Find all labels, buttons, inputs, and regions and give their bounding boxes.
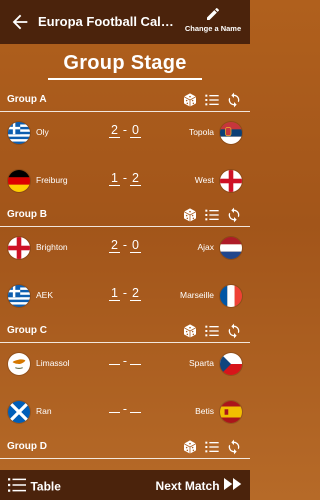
refresh-icon[interactable] bbox=[226, 323, 242, 339]
group-header: Group D bbox=[0, 436, 250, 459]
home-goals-field[interactable]: 2 bbox=[109, 123, 120, 138]
away-team-name: Ajax bbox=[197, 242, 214, 252]
fast-forward-icon bbox=[224, 477, 242, 494]
table-button[interactable]: Table bbox=[8, 477, 61, 496]
table-label: Table bbox=[30, 479, 61, 494]
away-goals-field[interactable]: 2 bbox=[130, 286, 141, 301]
greece-flag bbox=[7, 284, 31, 308]
group-section: Group C Limassol - Sparta Ran - Betis bbox=[0, 320, 250, 438]
away-team-name: West bbox=[194, 175, 214, 185]
group-header: Group A bbox=[0, 89, 250, 112]
refresh-icon[interactable] bbox=[226, 439, 242, 455]
score-input[interactable]: 2-0 bbox=[105, 238, 145, 258]
home-goals-field[interactable] bbox=[109, 364, 120, 365]
dice-icon[interactable] bbox=[182, 323, 198, 339]
group-actions bbox=[176, 323, 242, 339]
czech-flag bbox=[219, 352, 243, 376]
score-input[interactable]: - bbox=[105, 354, 145, 374]
germany-flag bbox=[7, 169, 31, 193]
list-icon[interactable] bbox=[204, 92, 220, 108]
home-team-name: Ran bbox=[36, 406, 52, 416]
home-team-name: Limassol bbox=[36, 358, 70, 368]
greece-flag bbox=[7, 121, 31, 145]
france-flag bbox=[219, 284, 243, 308]
away-goals-field[interactable]: 0 bbox=[130, 123, 141, 138]
score-input[interactable]: 1-2 bbox=[105, 171, 145, 191]
group-section: Group B Brighton 2-0 Ajax AEK 1-2 Marseille bbox=[0, 204, 250, 322]
england-flag bbox=[219, 169, 243, 193]
app-title: Europa Football Calcula... bbox=[38, 14, 178, 29]
scotland-flag bbox=[7, 400, 31, 424]
score-separator: - bbox=[122, 238, 128, 252]
spain-flag bbox=[219, 400, 243, 424]
away-goals-field[interactable] bbox=[130, 364, 141, 365]
home-goals-field[interactable]: 2 bbox=[109, 238, 120, 253]
change-name-label: Change a Name bbox=[184, 24, 242, 33]
next-match-label: Next Match bbox=[155, 478, 220, 493]
list-icon[interactable] bbox=[204, 323, 220, 339]
refresh-icon[interactable] bbox=[226, 207, 242, 223]
group-title: Group D bbox=[7, 441, 47, 452]
away-goals-field[interactable]: 2 bbox=[130, 171, 141, 186]
home-team-name: AEK bbox=[36, 290, 54, 300]
serbia-flag bbox=[219, 121, 243, 145]
home-goals-field[interactable]: 1 bbox=[109, 171, 120, 186]
match-row: Freiburg 1-2 West bbox=[0, 159, 250, 207]
away-team-name: Marseille bbox=[179, 290, 214, 300]
away-team-name: Topola bbox=[188, 127, 214, 137]
page-title: Group Stage bbox=[63, 52, 187, 74]
group-title: Group A bbox=[7, 94, 47, 105]
list-icon[interactable] bbox=[204, 439, 220, 455]
home-team-name: Freiburg bbox=[36, 175, 68, 185]
match-row: Ran - Betis bbox=[0, 390, 250, 438]
home-team-name: Oly bbox=[36, 127, 49, 137]
score-separator: - bbox=[122, 354, 128, 368]
list-icon[interactable] bbox=[204, 207, 220, 223]
away-team-name: Betis bbox=[195, 406, 214, 416]
home-team-name: Brighton bbox=[36, 242, 68, 252]
group-title: Group B bbox=[7, 209, 47, 220]
group-header: Group B bbox=[0, 204, 250, 227]
dice-icon[interactable] bbox=[182, 207, 198, 223]
dice-icon[interactable] bbox=[182, 92, 198, 108]
group-actions bbox=[176, 92, 242, 108]
pencil-icon bbox=[182, 6, 244, 22]
score-separator: - bbox=[122, 123, 128, 137]
score-input[interactable]: 1-2 bbox=[105, 286, 145, 306]
group-header: Group C bbox=[0, 320, 250, 343]
score-input[interactable]: 2-0 bbox=[105, 123, 145, 143]
home-goals-field[interactable]: 1 bbox=[109, 286, 120, 301]
away-team-name: Sparta bbox=[188, 358, 214, 368]
change-name-button[interactable]: Change a Name bbox=[182, 6, 244, 40]
netherlands-flag bbox=[219, 236, 243, 260]
home-goals-field[interactable] bbox=[109, 412, 120, 413]
group-divider bbox=[0, 458, 250, 459]
bottom-bar: Table Next Match bbox=[0, 470, 250, 500]
match-row: AEK 1-2 Marseille bbox=[0, 274, 250, 322]
table-list-icon bbox=[8, 477, 26, 496]
next-match-button[interactable]: Next Match bbox=[156, 477, 242, 493]
group-actions bbox=[176, 439, 242, 455]
refresh-icon[interactable] bbox=[226, 92, 242, 108]
match-row: Oly 2-0 Topola bbox=[0, 111, 250, 159]
group-section: Group D bbox=[0, 436, 250, 459]
england-flag bbox=[7, 236, 31, 260]
app-bar: Europa Football Calcula... Change a Name bbox=[0, 0, 250, 44]
back-arrow-icon[interactable] bbox=[9, 11, 31, 33]
score-separator: - bbox=[122, 402, 128, 416]
score-input[interactable]: - bbox=[105, 402, 145, 422]
group-section: Group A Oly 2-0 Topola Freiburg 1-2 West bbox=[0, 89, 250, 207]
score-separator: - bbox=[122, 286, 128, 300]
away-goals-field[interactable]: 0 bbox=[130, 238, 141, 253]
title-underline bbox=[48, 78, 202, 80]
away-goals-field[interactable] bbox=[130, 412, 141, 413]
match-row: Brighton 2-0 Ajax bbox=[0, 226, 250, 274]
score-separator: - bbox=[122, 171, 128, 185]
dice-icon[interactable] bbox=[182, 439, 198, 455]
cyprus-flag bbox=[7, 352, 31, 376]
group-title: Group C bbox=[7, 325, 47, 336]
match-row: Limassol - Sparta bbox=[0, 342, 250, 390]
group-actions bbox=[176, 207, 242, 223]
